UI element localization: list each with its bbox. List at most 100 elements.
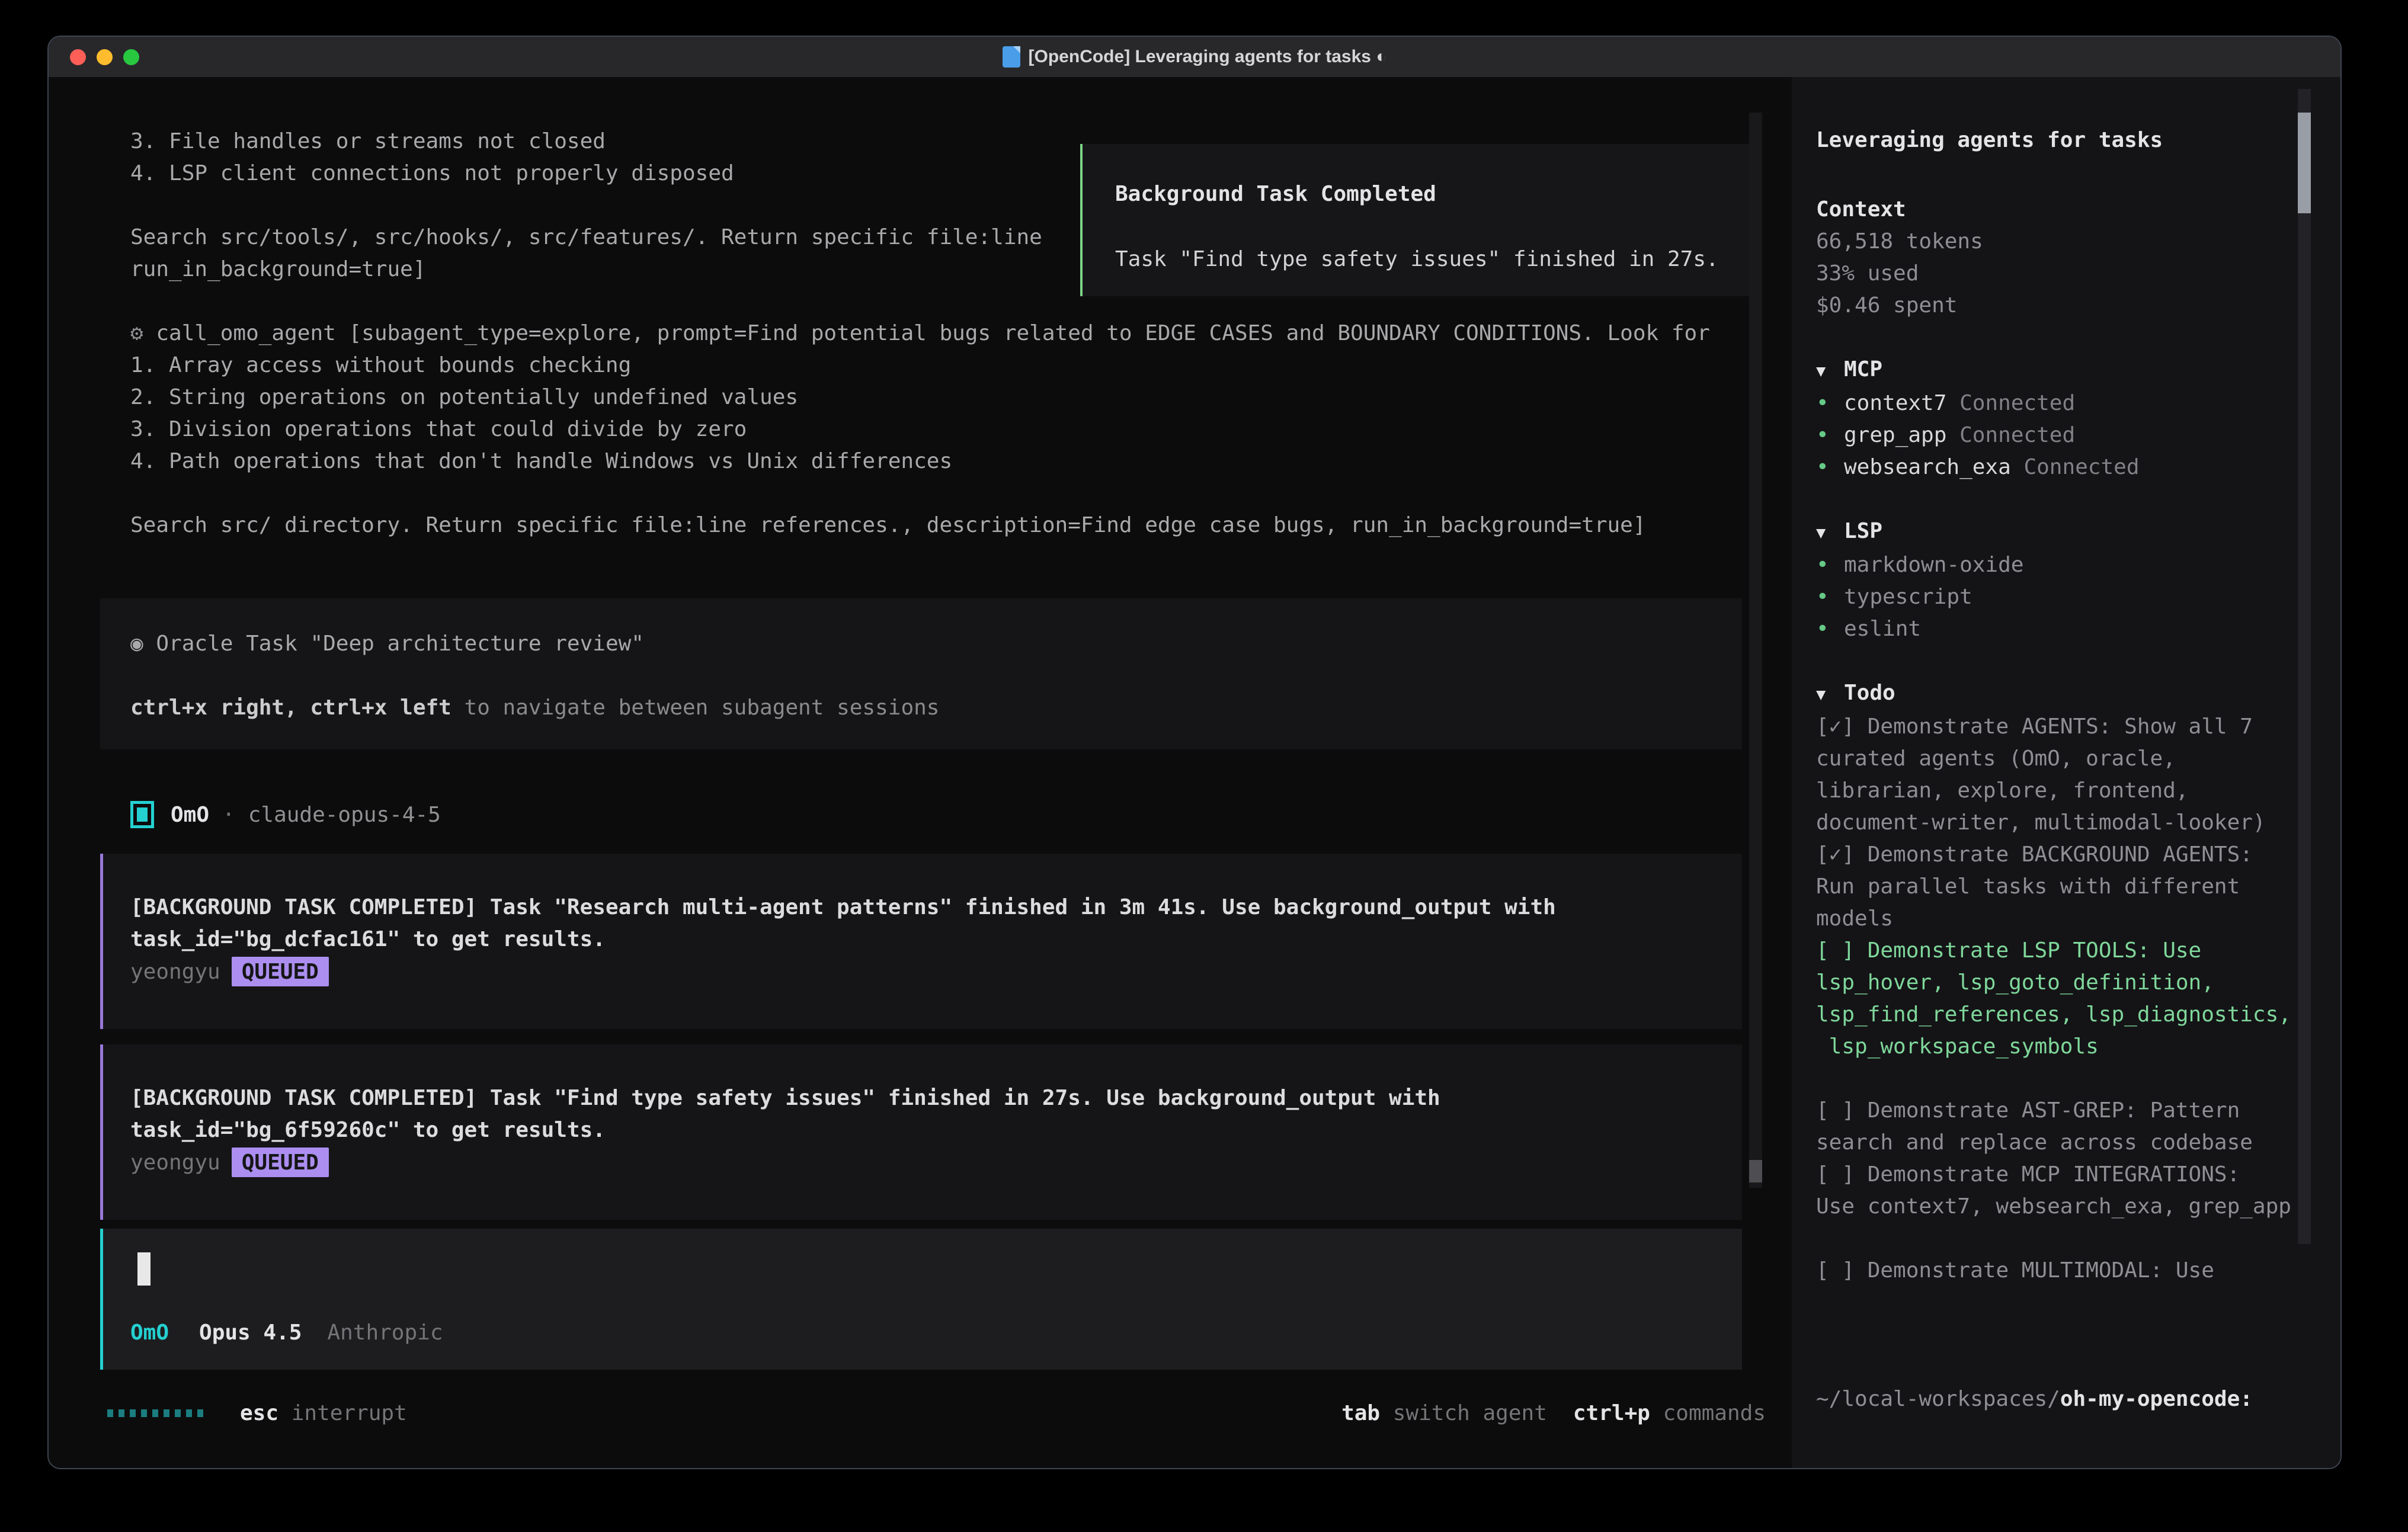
todo-item: [ ] Demonstrate LSP TOOLS: Uselsp_hover,… <box>1816 935 2340 1063</box>
todo-line: lsp_find_references, lsp_diagnostics, <box>1816 999 2340 1031</box>
list-item: •websearch_exa Connected <box>1816 451 2340 483</box>
collapse-triangle-icon[interactable]: ▼ <box>1816 517 1844 549</box>
section-heading-label: MCP <box>1844 357 1882 382</box>
close-button[interactable] <box>70 49 86 65</box>
omo-agent-icon <box>130 801 154 828</box>
minimize-button[interactable] <box>97 49 113 65</box>
task-message-meta: yeongyuQUEUED <box>130 956 1742 988</box>
collapse-triangle-icon[interactable]: ▼ <box>1816 355 1844 387</box>
todo-line: [ ] Demonstrate AST-GREP: Pattern <box>1816 1095 2340 1127</box>
sidebar-section-lsp: ▼LSP•markdown-oxide•typescript•eslint <box>1816 515 2340 645</box>
item-status: Connected <box>2011 451 2140 483</box>
list-item: •typescript <box>1816 581 2340 613</box>
item-status: Connected <box>1946 419 2075 451</box>
todo-gap <box>1816 1223 2340 1255</box>
transcript-line: 1. Array access without bounds checking <box>130 350 1710 382</box>
todo-line: [✓] Demonstrate BACKGROUND AGENTS: <box>1816 839 2340 871</box>
input-modeline: OmO Opus 4.5 Anthropic <box>130 1316 443 1348</box>
todo-checkbox-icon: [ ] <box>1816 938 1855 963</box>
todo-text: Demonstrate MULTIMODAL: Use <box>1855 1258 2214 1283</box>
todo-line: search and replace across codebase <box>1816 1127 2340 1159</box>
modeline-provider: Anthropic <box>327 1321 443 1345</box>
context-section: Context 66,518 tokens 33% used $0.46 spe… <box>1816 194 2340 322</box>
task-message-line1: [BACKGROUND TASK COMPLETED] Task "Find t… <box>130 1082 1742 1114</box>
transcript-line: Search src/ directory. Return specific f… <box>130 509 1710 541</box>
collapse-triangle-icon[interactable]: ▼ <box>1816 679 1844 711</box>
modeline-agent: OmO <box>130 1321 169 1345</box>
todo-item: [✓] Demonstrate BACKGROUND AGENTS:Run pa… <box>1816 839 2340 935</box>
session-title: Leveraging agents for tasks <box>1816 124 2340 156</box>
item-name: typescript <box>1844 581 1972 613</box>
tab-key-label: switch agent <box>1380 1401 1547 1425</box>
todo-line: Use context7, websearch_exa, grep_app <box>1816 1191 2340 1223</box>
notification-body: Task "Find type safety issues" finished … <box>1115 243 1741 275</box>
list-item: •grep_app Connected <box>1816 419 2340 451</box>
task-message-line2: task_id="bg_6f59260c" to get results. <box>130 1114 1742 1146</box>
sidebar-section-mcp: ▼MCP•context7 Connected•grep_app Connect… <box>1816 354 2340 483</box>
window-titlebar: [OpenCode] Leveraging agents for tasks ◐ <box>49 37 2340 77</box>
transcript-text: run_in_background=true] <box>130 257 426 281</box>
ctrlp-key-hint: ctrl+p <box>1573 1401 1650 1425</box>
esc-key-label: interrupt <box>278 1401 407 1425</box>
agent-name: OmO <box>171 803 209 827</box>
transcript-text: 2. String operations on potentially unde… <box>130 385 798 409</box>
agent-session-header: OmO · claude-opus-4-5 <box>130 799 441 831</box>
status-bar: esc interrupt tab switch agent ctrl+p co… <box>107 1397 1766 1429</box>
task-author: yeongyu <box>130 1150 220 1175</box>
task-message-line2: task_id="bg_dcfac161" to get results. <box>130 924 1742 956</box>
item-name: grep_app <box>1844 419 1946 451</box>
ctrlp-key-label: commands <box>1650 1401 1766 1425</box>
transcript-text: 4. LSP client connections not properly d… <box>130 161 734 185</box>
todo-text: Demonstrate AGENTS: Show all 7 <box>1855 714 2253 739</box>
todo-line: [ ] Demonstrate MCP INTEGRATIONS: <box>1816 1159 2340 1191</box>
zoom-button[interactable] <box>123 49 139 65</box>
window-title: [OpenCode] Leveraging agents for tasks ◐ <box>1029 47 1387 67</box>
todo-text: Demonstrate AST-GREP: Pattern <box>1855 1098 2240 1123</box>
status-dot-icon: • <box>1816 581 1844 613</box>
transcript-line: 2. String operations on potentially unde… <box>130 382 1710 414</box>
background-task-message: [BACKGROUND TASK COMPLETED] Task "Find t… <box>100 1044 1742 1220</box>
agent-model: claude-opus-4-5 <box>248 803 441 827</box>
transcript-line: 4. Path operations that don't handle Win… <box>130 446 1710 477</box>
status-dot-icon: • <box>1816 451 1844 483</box>
transcript-scrollbar-thumb[interactable] <box>1749 1160 1762 1182</box>
list-item: •markdown-oxide <box>1816 549 2340 581</box>
status-dot-icon: • <box>1816 419 1844 451</box>
list-item: •eslint <box>1816 613 2340 645</box>
statusbar-right: tab switch agent ctrl+p commands <box>1341 1401 1766 1425</box>
task-message-line1: [BACKGROUND TASK COMPLETED] Task "Resear… <box>130 892 1742 924</box>
sidebar-scrollbar-thumb[interactable] <box>2298 113 2311 213</box>
todo-line: curated agents (OmO, oracle, <box>1816 743 2340 775</box>
item-name: markdown-oxide <box>1844 549 2023 581</box>
chat-transcript-area: 3. File handles or streams not closed4. … <box>49 77 1792 1468</box>
transcript-line <box>130 477 1710 509</box>
context-tokens: 66,518 tokens <box>1816 226 2340 258</box>
todo-checkbox-icon: [✓] <box>1816 842 1855 867</box>
item-name: context7 <box>1844 387 1946 419</box>
todo-item: [ ] Demonstrate MCP INTEGRATIONS:Use con… <box>1816 1159 2340 1223</box>
oracle-task-panel: ◉ Oracle Task "Deep architecture review"… <box>100 598 1742 749</box>
transcript-text: 4. Path operations that don't handle Win… <box>130 449 952 473</box>
status-dot-icon: • <box>1816 613 1844 645</box>
prompt-input[interactable]: OmO Opus 4.5 Anthropic <box>100 1229 1742 1370</box>
todo-line: lsp_workspace_symbols <box>1816 1031 2340 1063</box>
section-heading: ▼LSP <box>1816 515 2340 549</box>
notification-title: Background Task Completed <box>1115 178 1741 210</box>
item-name: eslint <box>1844 613 1921 645</box>
section-heading-label: LSP <box>1844 519 1882 543</box>
separator-dot: · <box>222 803 235 827</box>
section-heading: ▼MCP <box>1816 354 2340 387</box>
todo-line: [ ] Demonstrate MULTIMODAL: Use <box>1816 1255 2340 1287</box>
todo-checkbox-icon: [ ] <box>1816 1098 1855 1123</box>
transcript-text: Search src/ directory. Return specific f… <box>130 513 1646 537</box>
sidebar-scrollbar[interactable] <box>2298 89 2311 1244</box>
task-author: yeongyu <box>130 960 220 984</box>
todo-line: librarian, explore, frontend, <box>1816 775 2340 807</box>
status-dot-icon: • <box>1816 549 1844 581</box>
status-dot-icon: • <box>1816 387 1844 419</box>
oracle-task-label: ◉ Oracle Task "Deep architecture review" <box>130 628 1742 660</box>
activity-dots-icon <box>107 1409 203 1417</box>
opencode-app-icon <box>1003 46 1020 68</box>
tab-key-hint: tab <box>1341 1401 1380 1425</box>
transcript-scrollbar[interactable] <box>1749 113 1762 1188</box>
